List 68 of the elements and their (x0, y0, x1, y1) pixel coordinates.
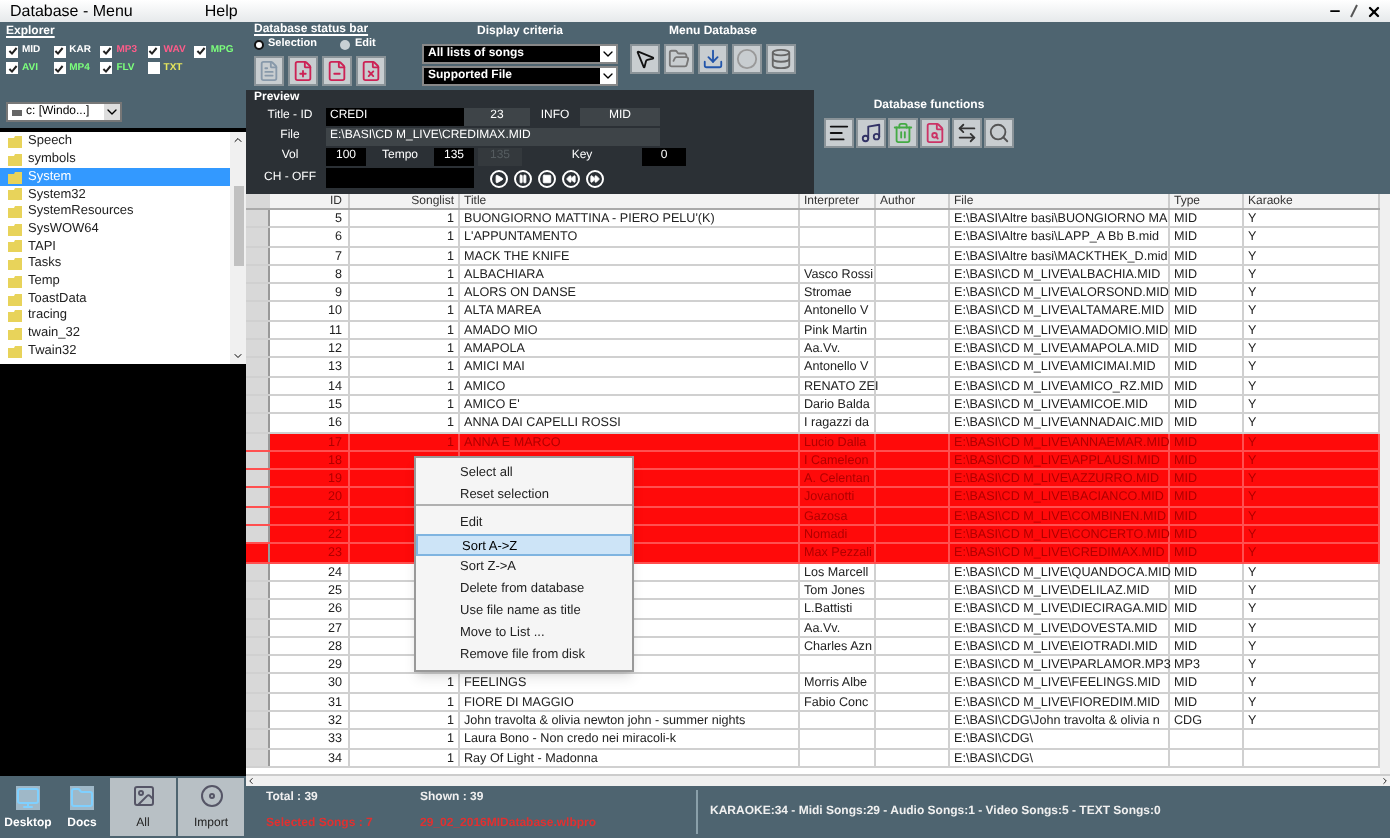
rewind-icon (566, 173, 576, 183)
play-button[interactable] (490, 169, 508, 187)
row-header[interactable] (246, 340, 270, 357)
cursor-icon[interactable] (630, 44, 660, 74)
row-header[interactable] (246, 730, 270, 748)
circle-icon[interactable] (732, 44, 762, 74)
scroll-left-icon[interactable] (246, 776, 256, 786)
row-header[interactable] (246, 284, 270, 301)
minimize-icon[interactable] (1328, 4, 1342, 18)
checkbox[interactable] (147, 45, 160, 58)
delete-document-icon[interactable] (356, 56, 386, 86)
horizontal-scrollbar[interactable] (246, 774, 1390, 786)
row-header[interactable] (246, 228, 270, 246)
play-icon (494, 173, 504, 183)
folder-icon (70, 786, 94, 810)
checkbox[interactable] (147, 62, 160, 75)
scroll-up-icon[interactable] (232, 134, 244, 146)
row-header[interactable] (246, 674, 270, 692)
row-header[interactable] (246, 712, 270, 729)
radio-button[interactable] (254, 40, 264, 50)
monitor-icon (16, 786, 40, 810)
music-icon[interactable] (856, 118, 886, 148)
pause-button[interactable] (514, 169, 532, 187)
scroll-right-icon[interactable] (1380, 776, 1390, 786)
database-icon[interactable] (766, 44, 796, 74)
menu-item[interactable]: Database - Menu (10, 0, 133, 23)
stop-icon (542, 173, 552, 183)
checkbox[interactable] (6, 62, 18, 75)
scroll-thumb[interactable] (233, 186, 243, 266)
vertical-scrollbar[interactable] (1380, 194, 1390, 774)
checkbox[interactable] (100, 45, 113, 58)
image-icon (131, 784, 155, 808)
add-document-icon[interactable] (288, 56, 318, 86)
forward-icon (590, 173, 600, 183)
row-header[interactable] (246, 600, 270, 618)
stop-button[interactable] (538, 169, 556, 187)
row-header[interactable] (246, 488, 270, 506)
search-icon[interactable] (984, 118, 1014, 148)
row-header[interactable] (246, 414, 270, 432)
row-header[interactable] (246, 302, 270, 320)
checkbox[interactable] (194, 45, 207, 58)
row-header[interactable] (246, 470, 270, 487)
channel-field[interactable] (326, 168, 474, 188)
download-icon[interactable] (698, 44, 728, 74)
checkbox[interactable] (53, 45, 66, 58)
row-header[interactable] (246, 210, 270, 227)
pause-icon (518, 173, 528, 183)
checkbox[interactable] (53, 62, 66, 75)
checkbox[interactable] (6, 45, 18, 58)
row-header[interactable] (246, 656, 270, 673)
dropdown-arrow-icon[interactable] (600, 68, 616, 84)
close-icon[interactable] (1366, 3, 1382, 19)
checkbox[interactable] (100, 62, 113, 75)
dropdown-arrow-icon[interactable] (104, 104, 120, 120)
remove-document-icon[interactable] (322, 56, 352, 86)
swap-icon[interactable] (952, 118, 982, 148)
restore-icon[interactable] (1350, 4, 1358, 18)
row-header[interactable] (246, 358, 270, 376)
rewind-button[interactable] (562, 169, 580, 187)
scroll-down-icon[interactable] (232, 350, 244, 362)
scrollbar[interactable] (230, 132, 246, 364)
disc-icon (199, 784, 223, 808)
row-header[interactable] (246, 526, 270, 543)
list-icon[interactable] (824, 118, 854, 148)
menu-item[interactable]: Help (204, 0, 238, 23)
dropdown-arrow-icon[interactable] (600, 46, 616, 62)
forward-button[interactable] (586, 169, 604, 187)
radio-button[interactable] (340, 40, 351, 50)
